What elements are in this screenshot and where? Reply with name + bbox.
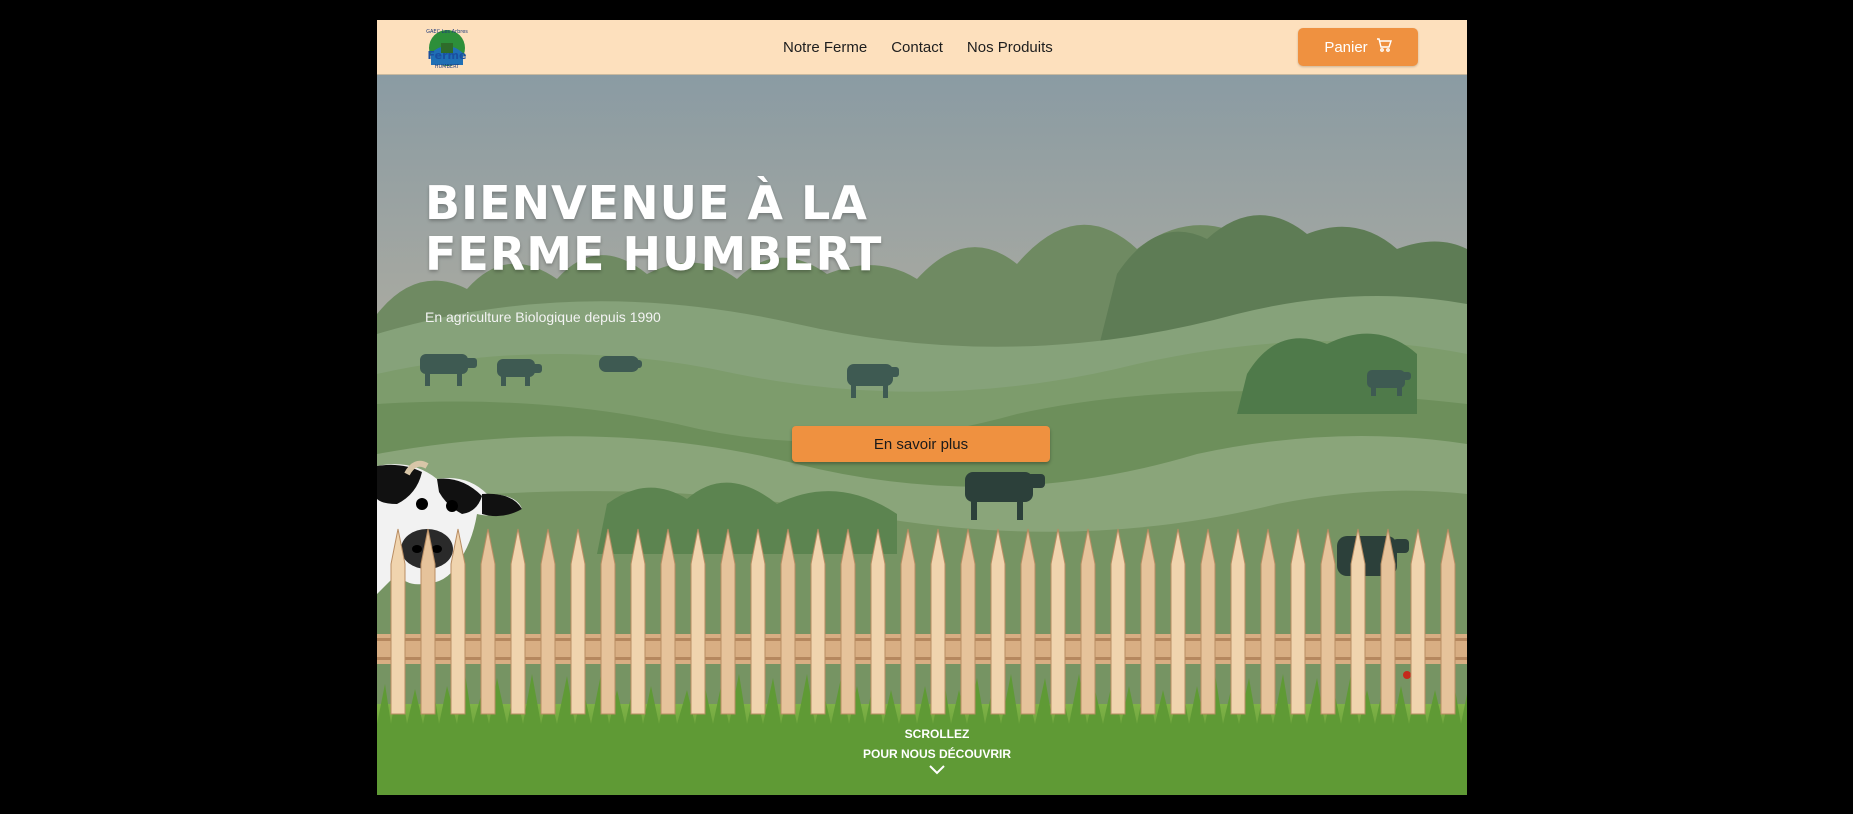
fence-picket <box>720 528 736 715</box>
fence-picket <box>540 528 556 715</box>
nav-contact[interactable]: Contact <box>891 39 943 56</box>
fence-picket <box>780 528 796 715</box>
fence-picket <box>960 528 976 715</box>
fence-picket <box>480 528 496 715</box>
fence-picket <box>390 528 406 715</box>
hero-title: Bienvenue à la ferme Humbert <box>425 178 945 280</box>
main-nav: Notre Ferme Contact Nos Produits <box>783 20 1053 74</box>
site-header: GAEC Les Arbres Ferme HUMBERT Notre Ferm… <box>377 20 1467 75</box>
learn-more-button[interactable]: En savoir plus <box>792 426 1050 462</box>
fence-picket <box>1260 528 1276 715</box>
svg-text:Ferme: Ferme <box>428 49 467 62</box>
fence-picket <box>450 528 466 715</box>
fence-picket <box>1200 528 1216 715</box>
fence-picket <box>690 528 706 715</box>
fence-picket <box>1110 528 1126 715</box>
fence-picket <box>1380 528 1396 715</box>
cart-icon <box>1376 37 1392 57</box>
fence-picket <box>1080 528 1096 715</box>
fence-picket <box>1050 528 1066 715</box>
scroll-hint[interactable]: SCROLLEZ POUR NOUS DÉCOUVRIR <box>807 724 1067 776</box>
fence-picket <box>660 528 676 715</box>
chevron-down-icon <box>807 764 1067 776</box>
fence-picket <box>840 528 856 715</box>
scroll-hint-line-1: SCROLLEZ <box>904 727 970 741</box>
scroll-hint-line-2: POUR NOUS DÉCOUVRIR <box>862 747 1011 761</box>
fence-picket <box>1320 528 1336 715</box>
fence-picket <box>990 528 1006 715</box>
fence-picket <box>570 528 586 715</box>
fence-picket <box>510 528 526 715</box>
fence-picket <box>630 528 646 715</box>
fence-picket <box>1410 528 1426 715</box>
website-viewport: GAEC Les Arbres Ferme HUMBERT Notre Ferm… <box>377 20 1467 795</box>
fence-picket <box>1140 528 1156 715</box>
fence-picket <box>750 528 766 715</box>
fence-picket <box>1170 528 1186 715</box>
fence-picket <box>1290 528 1306 715</box>
hero-title-line-1: Bienvenue à la <box>425 176 868 230</box>
cart-button[interactable]: Panier <box>1298 28 1418 66</box>
fence-picket <box>1350 528 1366 715</box>
nav-nos-produits[interactable]: Nos Produits <box>967 39 1053 56</box>
fence-picket <box>900 528 916 715</box>
farm-logo[interactable]: GAEC Les Arbres Ferme HUMBERT <box>425 25 469 71</box>
svg-text:HUMBERT: HUMBERT <box>435 64 460 70</box>
nav-notre-ferme[interactable]: Notre Ferme <box>783 39 867 56</box>
fence-picket <box>420 528 436 715</box>
cart-label: Panier <box>1324 38 1368 56</box>
fence-picket <box>870 528 886 715</box>
fence-picket <box>600 528 616 715</box>
fence-picket <box>810 528 826 715</box>
hero-title-line-2: ferme Humbert <box>425 227 883 281</box>
svg-text:GAEC Les Arbres: GAEC Les Arbres <box>426 29 468 35</box>
hero-subtitle: En agriculture Biologique depuis 1990 <box>425 309 661 325</box>
fence-picket <box>1440 528 1456 715</box>
fence-picket <box>930 528 946 715</box>
fence-picket <box>1020 528 1036 715</box>
hero-section: Bienvenue à la ferme Humbert En agricult… <box>377 74 1467 795</box>
fence-picket <box>1230 528 1246 715</box>
